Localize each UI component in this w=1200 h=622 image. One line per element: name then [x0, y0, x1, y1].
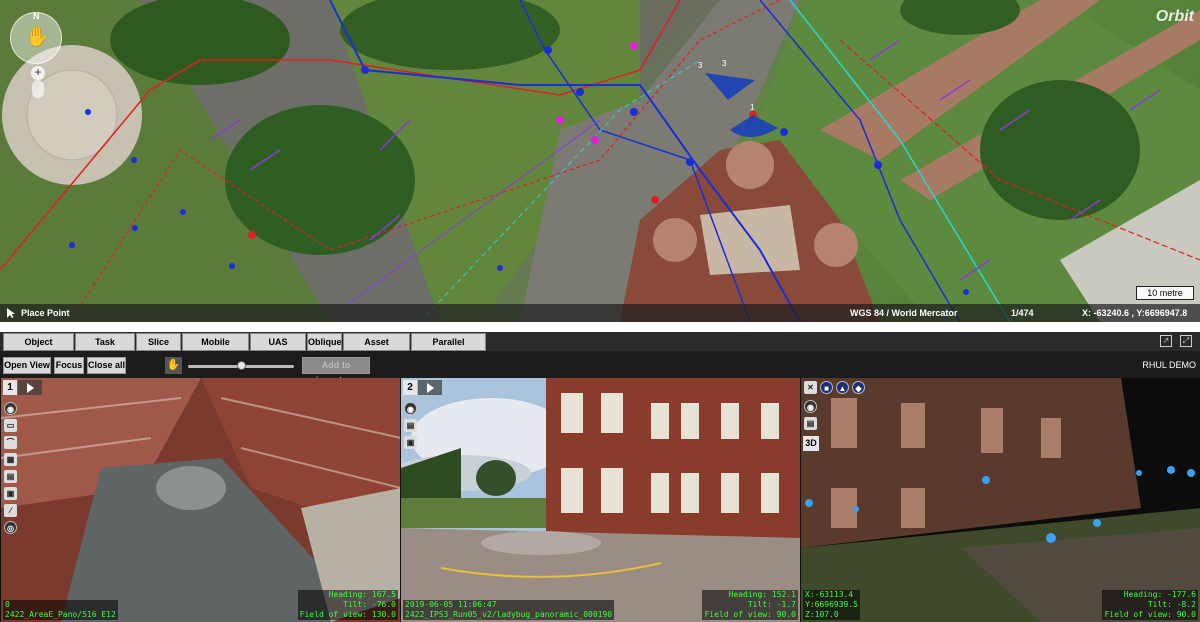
- north-label: N: [33, 11, 40, 21]
- pane-number[interactable]: 2: [403, 380, 417, 395]
- globe-icon[interactable]: ◉: [404, 402, 417, 415]
- map-view[interactable]: N ✋ + Orbit 3 3 1 10 metre Place Point W…: [0, 0, 1200, 322]
- screen-icon[interactable]: ▣: [4, 487, 17, 500]
- screen-icon[interactable]: ▣: [404, 436, 417, 449]
- tab-mobile-mapping[interactable]: Mobile Mapping: [182, 333, 249, 364]
- view-pane-2[interactable]: 2 ◉ ▤ ▣ 2019-06-05 11:06:47 2422_IPS3_Ru…: [400, 378, 800, 622]
- map-status-bar: Place Point WGS 84 / World Mercator 1/47…: [0, 304, 1200, 322]
- project-name: RHUL DEMO: [1142, 360, 1196, 370]
- fov-readout: Field of view: 130.0: [299, 610, 396, 619]
- hud-line: 2422_AreaE_Pano/516 E12: [5, 610, 116, 619]
- play-icon[interactable]: [418, 380, 442, 395]
- layers-icon[interactable]: ▤: [404, 419, 417, 432]
- panorama-image: [401, 378, 800, 622]
- orbit-logo: Orbit: [1155, 8, 1194, 25]
- splitter[interactable]: [0, 322, 1200, 332]
- tab-task-manager[interactable]: Task Manager: [75, 333, 135, 364]
- panel-tab-bar: Object Inspector Task Manager Slice View…: [0, 332, 1200, 364]
- view-toolbar: Open View Focus Close all ✋ Add to inven…: [0, 351, 1200, 385]
- tilt-readout: Tilt: -76.0: [343, 600, 396, 609]
- grid-icon[interactable]: ▦: [4, 453, 17, 466]
- slider-thumb[interactable]: [236, 361, 246, 370]
- layers-icon[interactable]: ▤: [804, 417, 817, 430]
- heading-readout: Heading: 152.1: [728, 590, 796, 599]
- marker-label: 3: [722, 59, 727, 68]
- open-view-button[interactable]: Open View: [3, 357, 51, 374]
- aerial-imagery: [0, 0, 1200, 322]
- view-pane-3d[interactable]: ✕ ■ ▲ ◆ ◉ ▤ 3D X:-63113.4 Y:6696939.5 Z:…: [800, 378, 1200, 622]
- tab-uas-mapping[interactable]: UAS Mapping: [250, 333, 306, 364]
- focus-button[interactable]: Focus: [54, 357, 84, 374]
- hud-line: 2422_IPS3_Run05_v2/ladybug_panoramic_000…: [405, 610, 613, 619]
- pencil-icon[interactable]: ∕: [4, 504, 17, 517]
- page-indicator: 1/474: [1011, 308, 1034, 318]
- mode-3d-badge[interactable]: 3D: [803, 436, 819, 451]
- pane-info-right: Heading: -177.6 Tilt: -8.2 Field of view…: [1102, 590, 1198, 620]
- active-tool-label: Place Point: [21, 308, 70, 318]
- close-icon[interactable]: ✕: [804, 381, 817, 394]
- pane-info-left: 0 2422_AreaE_Pano/516 E12: [3, 600, 118, 620]
- pane-info-left: X:-63113.4 Y:6696939.5 Z:107.0: [803, 590, 860, 620]
- add-to-inventory-button[interactable]: Add to inventory: [302, 357, 370, 385]
- tab-parallel-extraction[interactable]: Parallel Extraction: [411, 333, 486, 364]
- flythrough-icon[interactable]: ▲: [836, 381, 849, 394]
- zoom-slider[interactable]: [188, 361, 294, 370]
- tab-oblique[interactable]: Oblique: [307, 333, 342, 351]
- view-pane-1[interactable]: 1 ◉ ▭ ⌒ ▦ ▤ ▣ ∕ ◎ 0 2422_AreaE_Pano/516 …: [0, 378, 400, 622]
- hud-line: 0: [5, 600, 10, 609]
- marker-label: 1: [750, 103, 755, 112]
- cursor-coordinates: X: -63240.6 , Y:6696947.8: [1082, 308, 1188, 318]
- navigation-compass[interactable]: N ✋: [10, 11, 62, 64]
- hud-line: X:-63113.4: [805, 590, 854, 599]
- hud-line: 2019-06-05 11:06:47: [405, 600, 497, 609]
- zoom-in-button[interactable]: +: [31, 66, 45, 80]
- heading-readout: Heading: -177.6: [1123, 590, 1196, 599]
- pane-number[interactable]: 1: [3, 380, 17, 395]
- tilt-readout: Tilt: -1.7: [747, 600, 796, 609]
- close-all-button[interactable]: Close all: [87, 357, 126, 374]
- zoom-slider[interactable]: [32, 80, 44, 98]
- perspective-icon[interactable]: ◆: [852, 381, 865, 394]
- tab-object-inspector[interactable]: Object Inspector: [3, 333, 74, 364]
- hud-line: Y:6696939.5: [805, 600, 858, 609]
- camera-icon[interactable]: ■: [820, 381, 833, 394]
- scale-bar: 10 metre: [1136, 286, 1194, 300]
- measure-icon[interactable]: ▭: [4, 419, 17, 432]
- globe-icon[interactable]: ◉: [4, 402, 17, 415]
- map-marker-labels: 3 3 1: [698, 59, 755, 112]
- cursor-icon: [7, 308, 15, 318]
- heading-readout: Heading: 167.5: [328, 590, 396, 599]
- fov-readout: Field of view: 90.0: [704, 610, 796, 619]
- hud-line: Z:107.0: [805, 610, 839, 619]
- pane-info-left: 2019-06-05 11:06:47 2422_IPS3_Run05_v2/l…: [403, 600, 615, 620]
- fov-readout: Field of view: 90.0: [1104, 610, 1196, 619]
- tilt-readout: Tilt: -8.2: [1147, 600, 1196, 609]
- pane-info-right: Heading: 152.1 Tilt: -1.7 Field of view:…: [702, 590, 798, 620]
- panorama-image: [1, 378, 400, 622]
- pan-hand-icon[interactable]: ✋: [25, 25, 50, 49]
- maximize-icon[interactable]: ⤢: [1180, 335, 1192, 347]
- pan-hand-icon[interactable]: ✋: [165, 357, 182, 374]
- tab-asset-inventory[interactable]: Asset Inventory: [343, 333, 410, 364]
- settings-icon[interactable]: ◎: [4, 521, 17, 534]
- pane-info-right: Heading: 167.5 Tilt: -76.0 Field of view…: [297, 590, 398, 620]
- crs-label: WGS 84 / World Mercator: [850, 308, 958, 318]
- polyline-icon[interactable]: ⌒: [4, 436, 17, 449]
- globe-icon[interactable]: ◉: [804, 400, 817, 413]
- layers-icon[interactable]: ▤: [4, 470, 17, 483]
- marker-label: 3: [698, 61, 703, 70]
- chart-icon[interactable]: ↗: [1160, 335, 1172, 347]
- tab-slice-view[interactable]: Slice View: [136, 333, 181, 364]
- play-icon[interactable]: [18, 380, 42, 395]
- point-cloud-view: [801, 378, 1200, 622]
